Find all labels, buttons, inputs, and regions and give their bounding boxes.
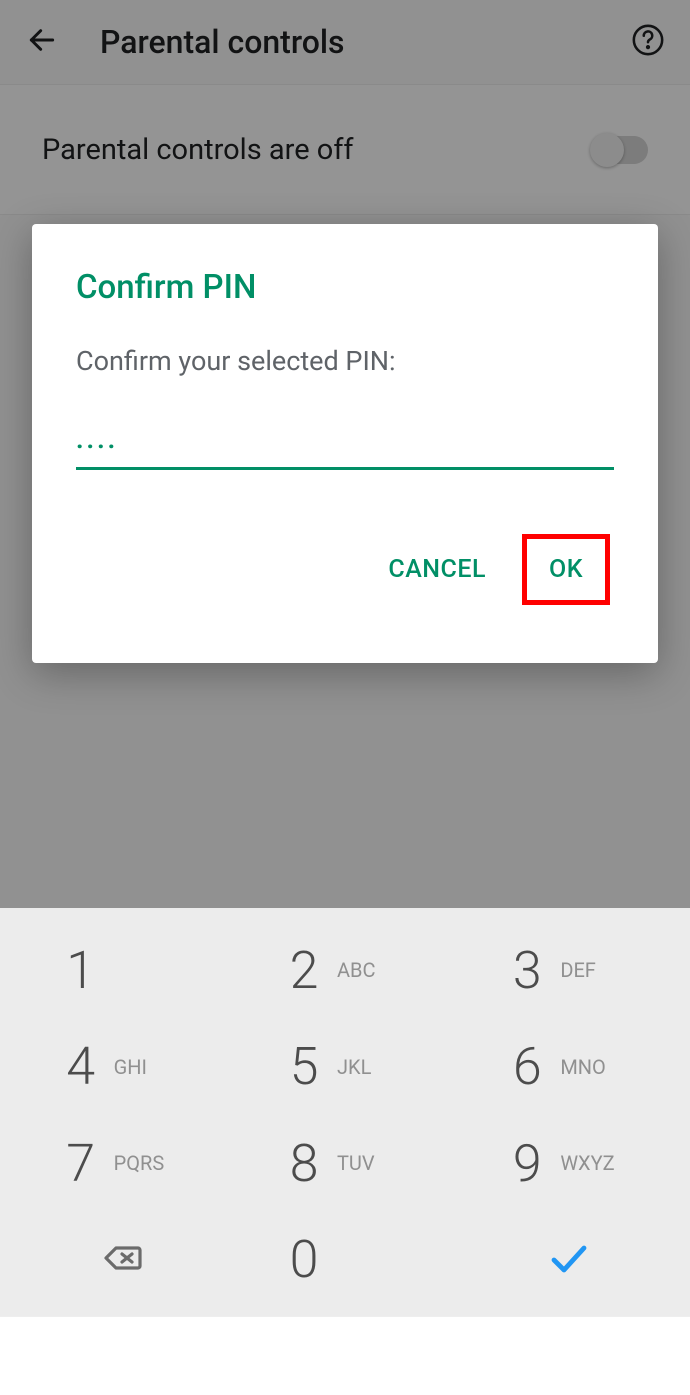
key-digit: 7 [58, 1133, 104, 1194]
back-nav-button[interactable] [484, 1338, 520, 1374]
backspace-icon [98, 1234, 146, 1286]
dialog-title: Confirm PIN [76, 268, 614, 307]
key-letters: WXYZ [560, 1151, 632, 1175]
key-8[interactable]: 8 TUV [233, 1115, 456, 1212]
key-digit: 0 [281, 1229, 327, 1290]
key-letters: MNO [560, 1055, 632, 1079]
key-letters: PQRS [114, 1151, 186, 1175]
recent-apps-button[interactable] [170, 1338, 206, 1374]
key-letters: TUV [337, 1151, 409, 1175]
key-letters: DEF [560, 958, 632, 982]
key-digit: 9 [504, 1133, 550, 1194]
cancel-button[interactable]: CANCEL [388, 555, 486, 584]
key-letters: GHI [114, 1055, 186, 1079]
pin-input-value: .... [76, 427, 614, 453]
key-0[interactable]: 0 [233, 1212, 456, 1309]
key-letters: ABC [337, 958, 409, 982]
key-digit: 4 [58, 1036, 104, 1097]
key-digit: 2 [281, 940, 327, 1001]
system-navigation-bar [0, 1316, 690, 1395]
key-6[interactable]: 6 MNO [457, 1019, 680, 1116]
confirm-key[interactable] [457, 1212, 680, 1309]
key-letters: JKL [337, 1055, 409, 1079]
key-digit: 3 [504, 940, 550, 1001]
key-digit: 1 [58, 940, 104, 1001]
confirm-pin-dialog: Confirm PIN Confirm your selected PIN: .… [32, 224, 658, 663]
ok-button[interactable]: OK [522, 534, 610, 605]
pin-input[interactable]: .... [76, 427, 614, 470]
key-5[interactable]: 5 JKL [233, 1019, 456, 1116]
key-3[interactable]: 3 DEF [457, 922, 680, 1019]
check-icon [544, 1234, 592, 1286]
key-digit: 8 [281, 1133, 327, 1194]
backspace-key[interactable] [10, 1212, 233, 1309]
key-digit: 6 [504, 1036, 550, 1097]
key-2[interactable]: 2 ABC [233, 922, 456, 1019]
dialog-actions: CANCEL OK [76, 534, 614, 605]
key-digit: 5 [281, 1036, 327, 1097]
dialog-message: Confirm your selected PIN: [76, 345, 614, 377]
numeric-keypad: 1 2 ABC 3 DEF 4 GHI 5 JKL 6 MNO 7 PQRS 8… [0, 908, 690, 1316]
key-1[interactable]: 1 [10, 922, 233, 1019]
home-button[interactable] [327, 1338, 363, 1374]
key-9[interactable]: 9 WXYZ [457, 1115, 680, 1212]
key-4[interactable]: 4 GHI [10, 1019, 233, 1116]
key-7[interactable]: 7 PQRS [10, 1115, 233, 1212]
